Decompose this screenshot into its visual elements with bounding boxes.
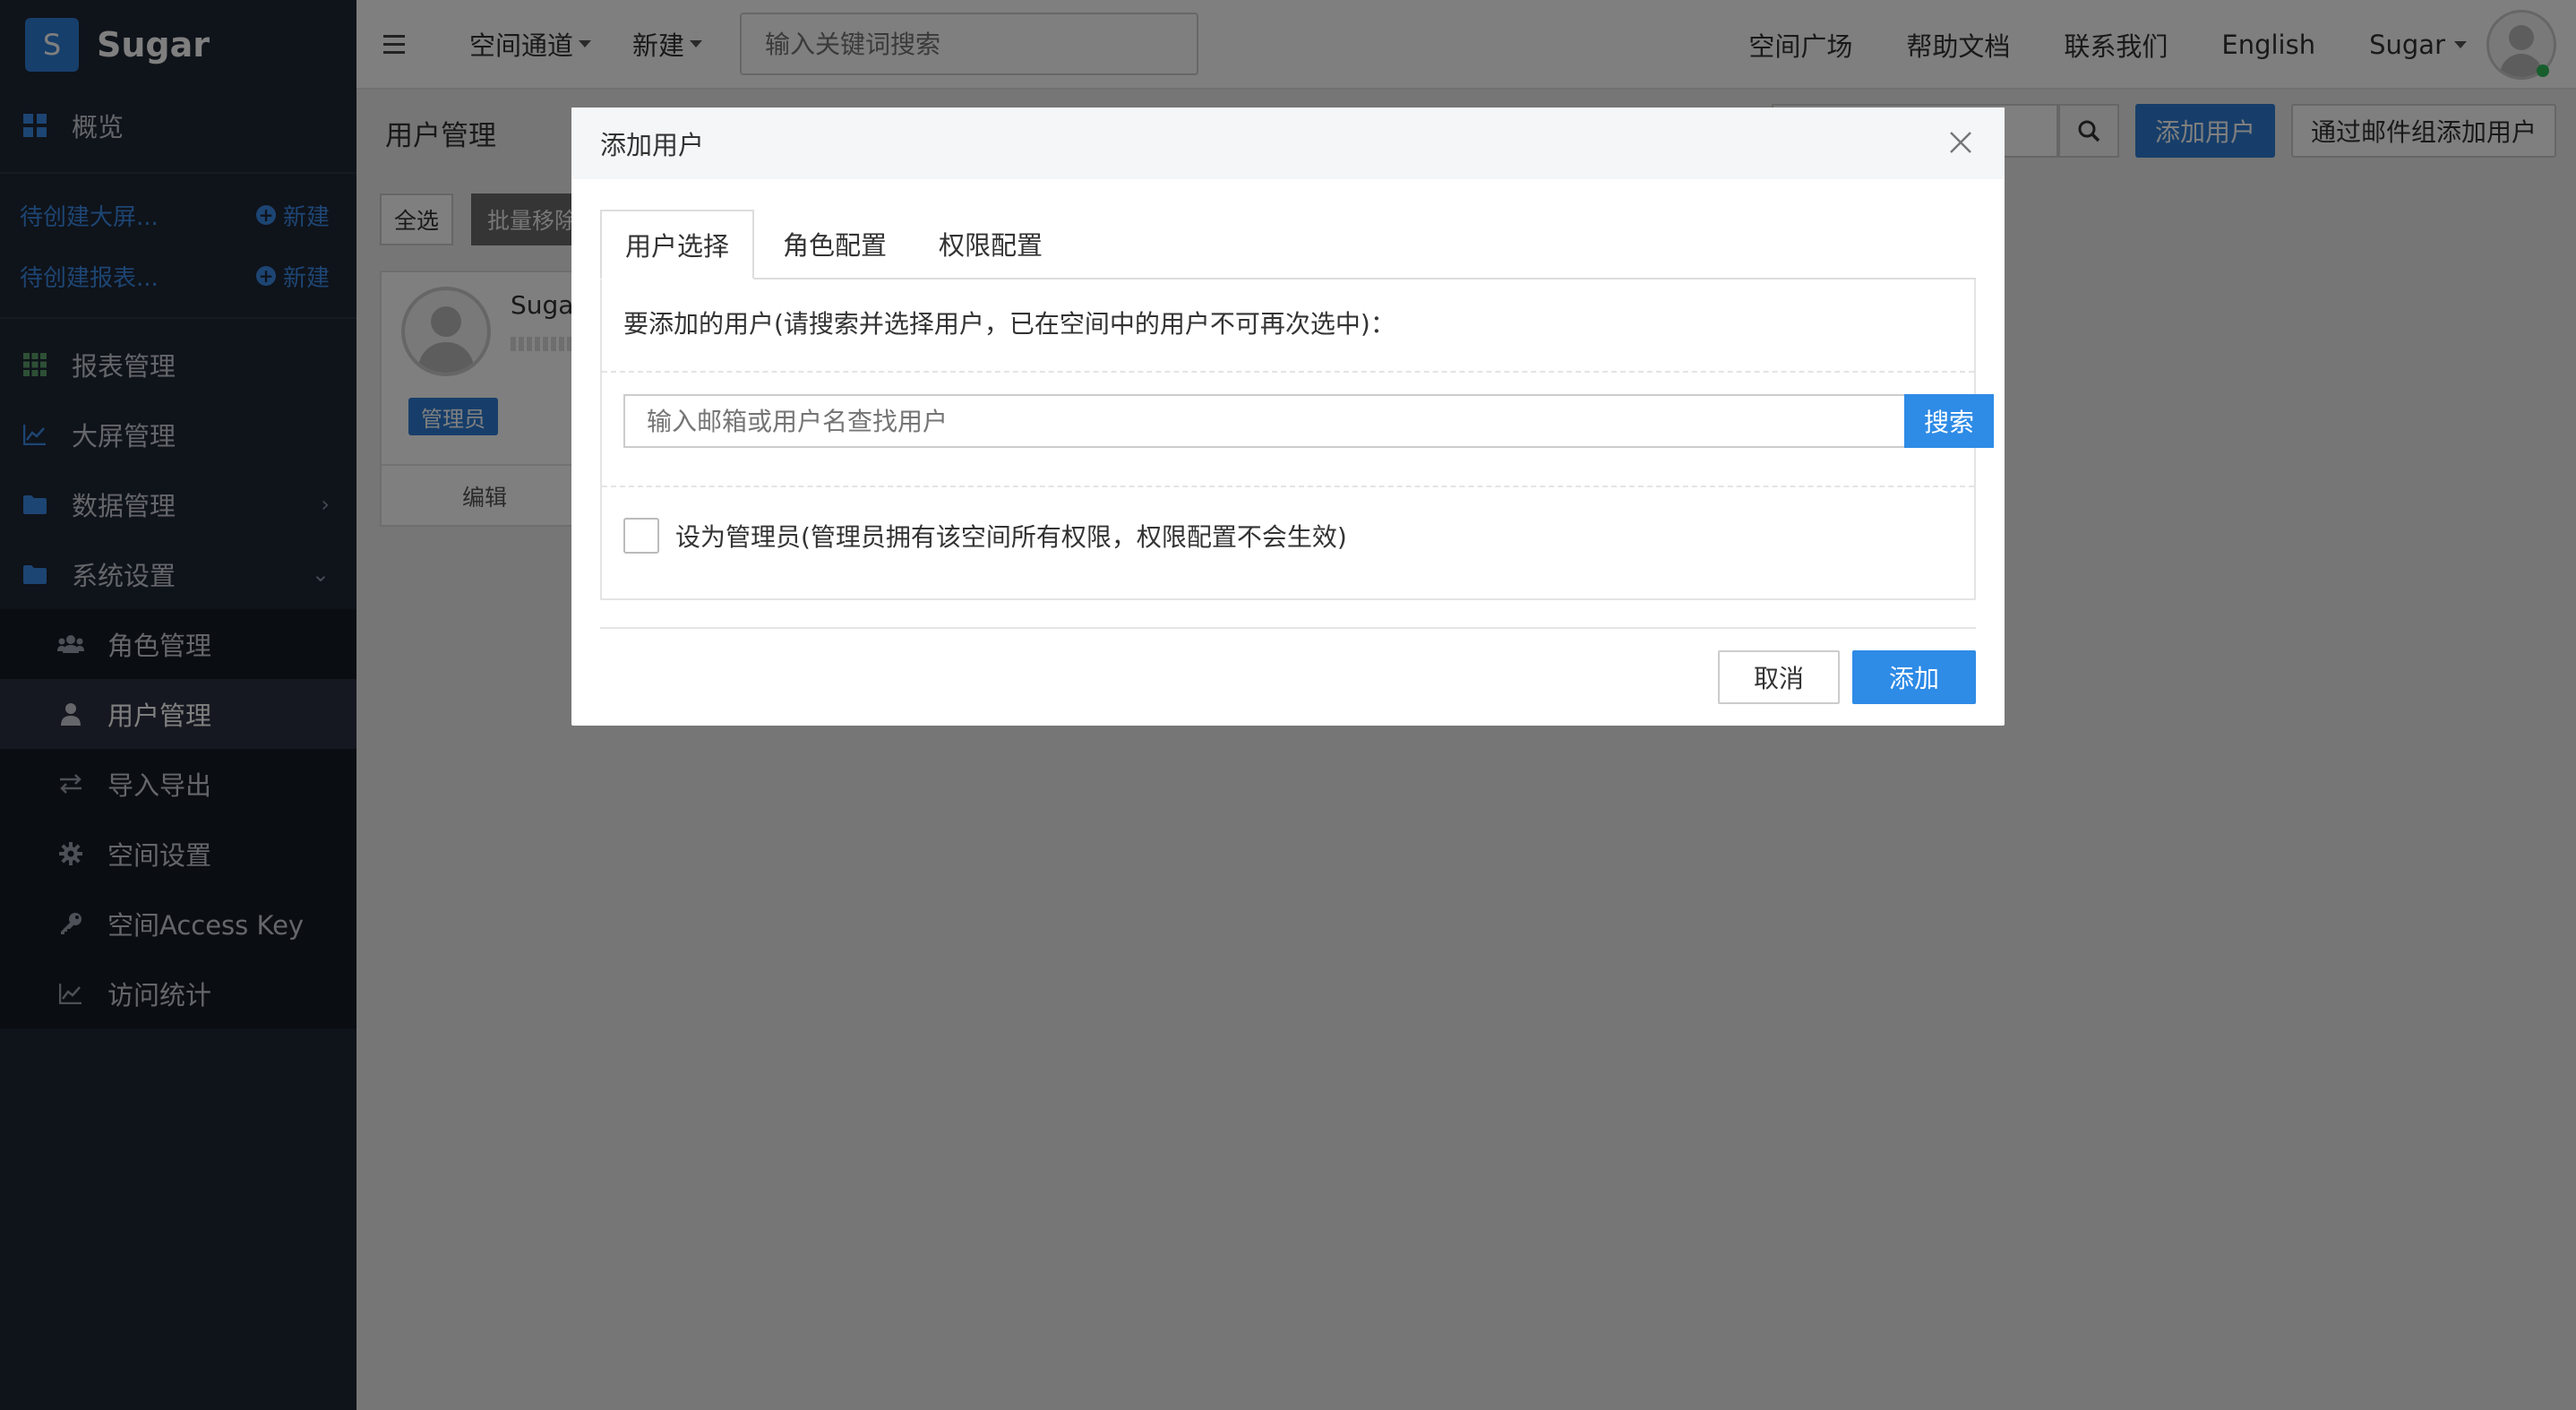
cancel-button[interactable]: 取消	[1718, 650, 1840, 704]
dialog-tabs: 用户选择 角色配置 权限配置	[600, 210, 1976, 279]
divider	[602, 486, 1974, 487]
dialog-header: 添加用户	[571, 107, 2005, 179]
tab-permission-config[interactable]: 权限配置	[915, 210, 1066, 278]
tab-user-select[interactable]: 用户选择	[600, 210, 755, 279]
admin-checkbox-row: 设为管理员(管理员拥有该空间所有权限，权限配置不会生效)	[623, 518, 1347, 554]
user-select-panel: 要添加的用户(请搜索并选择用户，已在空间中的用户不可再次选中)： 搜索 设为管理…	[600, 279, 1994, 600]
dialog-body: 用户选择 角色配置 权限配置 要添加的用户(请搜索并选择用户，已在空间中的用户不…	[571, 179, 2005, 600]
user-lookup-input[interactable]	[623, 394, 1904, 448]
divider	[602, 371, 1974, 373]
close-icon[interactable]	[1945, 127, 1976, 158]
admin-checkbox-label[interactable]: 设为管理员(管理员拥有该空间所有权限，权限配置不会生效)	[675, 518, 1347, 554]
tab-role-config[interactable]: 角色配置	[760, 210, 910, 278]
add-user-dialog: 添加用户 用户选择 角色配置 权限配置 要添加的用户(请搜索并选择用户，已在空间…	[571, 107, 2005, 726]
divider	[600, 627, 1976, 629]
user-search-row: 搜索	[623, 394, 1994, 448]
search-button[interactable]: 搜索	[1904, 394, 1994, 448]
user-select-hint: 要添加的用户(请搜索并选择用户，已在空间中的用户不可再次选中)：	[623, 309, 1395, 339]
dialog-title: 添加用户	[600, 130, 705, 160]
admin-checkbox[interactable]	[623, 518, 659, 554]
add-button[interactable]: 添加	[1852, 650, 1976, 704]
